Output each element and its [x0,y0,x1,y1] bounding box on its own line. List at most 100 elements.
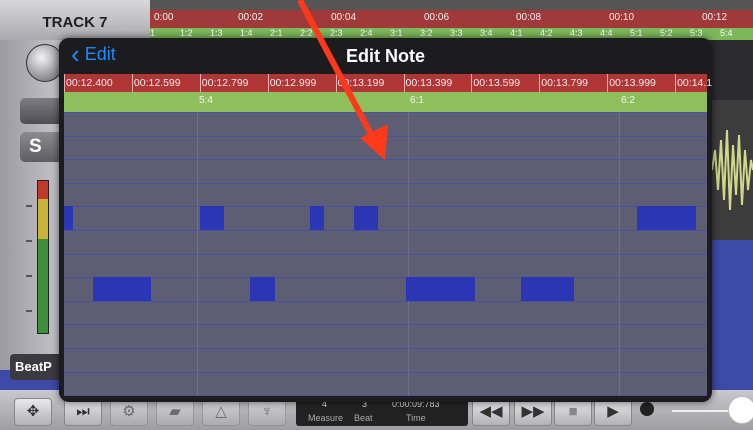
ruler-time-label: 00:04 [331,12,357,23]
time-divider [335,74,337,92]
piano-roll-grid[interactable] [64,112,707,396]
ruler-time-label: 00:10 [609,12,635,23]
time-divider [607,74,609,92]
midi-note[interactable] [93,277,151,301]
grid-row-line [64,112,707,113]
time-label: 00:13.799 [541,77,589,89]
zoom-slider-thumb[interactable] [728,396,753,424]
metronome-icon[interactable]: △ [202,398,240,426]
time-divider [675,74,677,92]
rewind-icon[interactable]: ◀◀ [472,398,510,426]
audio-waveform-clip[interactable] [711,100,753,240]
grid-row-line [64,206,707,207]
grid-row-line [64,324,707,325]
time-divider [267,74,269,92]
ruler-beat-label: 4:3 [570,28,583,38]
grid-row-line [64,372,707,373]
time-label: 00:13.199 [337,77,385,89]
midi-note[interactable] [406,277,475,301]
grid-row-line [64,254,707,255]
ruler-beat-label: 5:4 [720,28,733,38]
time-label: 00:13.399 [405,77,453,89]
ruler-beat-label: 4:1 [510,28,523,38]
play-icon[interactable]: ▶ [594,398,632,426]
grid-row-line [64,395,707,396]
ruler-beat-label: 4:2 [540,28,553,38]
waveform-icon [711,129,753,211]
beat-label: 6:1 [410,95,424,106]
midi-note[interactable] [64,206,73,230]
ruler-beat-label: 3:1 [390,28,403,38]
grid-row-line [64,136,707,137]
ruler-beat-label: 2:4 [360,28,373,38]
grid-row-line [64,277,707,278]
dialog-title: Edit Note [346,46,425,66]
timeline-time-ruler[interactable]: 0:00 00:02 00:04 00:06 00:08 00:10 00:12 [150,10,753,28]
mixer-icon[interactable]: ♆ [248,398,286,426]
ruler-beat-label: 5:3 [690,28,703,38]
ruler-time-label: 00:08 [516,12,542,23]
time-label: 00:13.999 [609,77,656,89]
grid-beat-line [619,112,620,396]
beat-label: 5:4 [199,95,213,106]
ruler-beat-label: 1:3 [210,28,223,38]
folder-icon[interactable]: ▰ [156,398,194,426]
beat-label: 6:2 [621,95,635,106]
midi-note[interactable] [250,277,275,301]
ruler-beat-label: 3:2 [420,28,433,38]
track-title: TRACK 7 [42,14,108,31]
time-divider [131,74,133,92]
meter-tick [26,205,32,207]
fast-forward-icon[interactable]: ▶▶ [514,398,552,426]
ruler-beat-label: 1:4 [240,28,253,38]
meter-tick [26,240,32,242]
midi-note[interactable] [521,277,574,301]
time-label: 00:13.599 [473,77,521,89]
ruler-time-label: 00:12 [702,12,728,23]
time-label: Time [406,413,426,423]
ruler-beat-label: 2:3 [330,28,343,38]
grid-row-line [64,183,707,184]
ruler-beat-label: 5:2 [660,28,673,38]
time-divider [539,74,541,92]
midi-note[interactable] [310,206,324,230]
edit-note-dialog: ‹ Edit Edit Note 00:12.400 00:12.599 00:12… [59,38,712,402]
midi-clip[interactable] [712,240,753,390]
grid-row-line [64,348,707,349]
ruler-beat-label: 2:2 [300,28,313,38]
time-label: 00:12.599 [133,77,181,89]
gear-icon[interactable]: ⚙ [110,398,148,426]
beat-pad-button[interactable]: BeatP [10,354,65,380]
midi-note[interactable] [200,206,224,230]
meter-tick [26,275,32,277]
ruler-beat-label: 3:4 [480,28,493,38]
ruler-beat-label: 1:2 [180,28,193,38]
measure-label: Measure [308,413,344,423]
skip-icon[interactable]: ⏭ [64,398,102,426]
timeline-header [150,0,753,10]
stop-icon[interactable]: ■ [554,398,592,426]
note-beat-ruler[interactable]: 5:4 6:1 6:2 [64,92,707,112]
midi-note[interactable] [354,206,378,230]
grid-row-line [64,159,707,160]
record-icon[interactable] [640,402,654,416]
note-time-ruler[interactable]: 00:12.400 00:12.599 00:12.799 00:12.999 00:1… [64,74,712,92]
ruler-time-label: 0:00 [154,12,174,23]
midi-note[interactable] [637,206,696,230]
ruler-beat-label: 3:3 [450,28,463,38]
beat-label: Beat [354,413,373,423]
ruler-time-label: 00:06 [424,12,450,23]
time-label: 00:12.400 [66,77,113,89]
move-icon[interactable]: ✥ [14,398,52,426]
ruler-beat-label: 4:4 [600,28,613,38]
time-divider [403,74,405,92]
time-divider [199,74,201,92]
grid-row-line [64,230,707,231]
time-divider [471,74,473,92]
time-label: 00:14.199 [677,77,712,89]
time-divider [64,74,65,92]
grid-beat-line [408,112,409,396]
time-label: 00:12.999 [269,77,317,89]
grid-row-line [64,301,707,302]
zoom-slider-track[interactable] [672,410,734,412]
